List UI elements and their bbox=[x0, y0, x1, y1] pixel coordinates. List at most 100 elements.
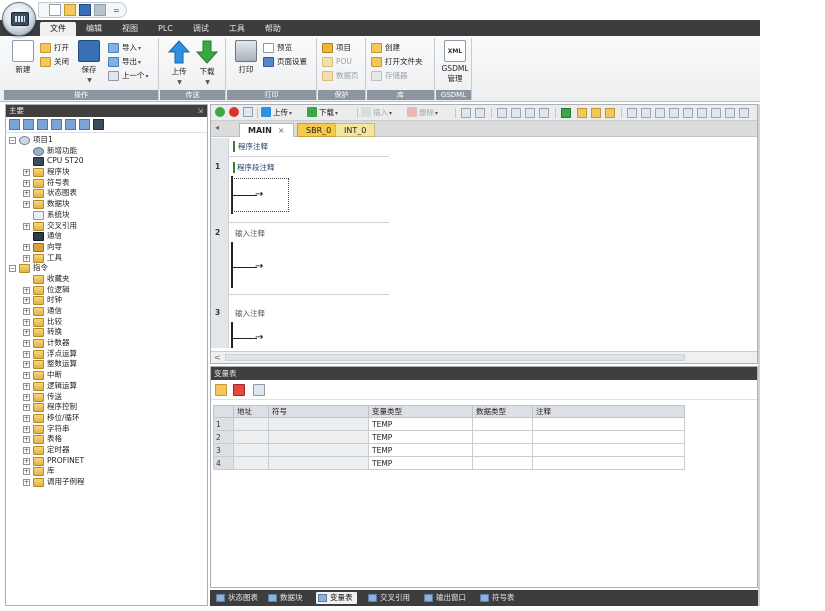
tab-edit[interactable]: 编辑 bbox=[76, 22, 112, 36]
tree-node[interactable]: + 工具 bbox=[6, 253, 207, 264]
expand-icon[interactable]: + bbox=[23, 169, 30, 177]
toolbar-icon[interactable] bbox=[525, 108, 535, 118]
tab-sbr-0[interactable]: SBR_0 bbox=[297, 123, 341, 137]
print-icon[interactable] bbox=[94, 4, 106, 16]
bottom-tab-output-window[interactable]: 输出窗口 bbox=[424, 592, 466, 604]
collapse-icon[interactable]: − bbox=[9, 265, 16, 273]
tree-node[interactable]: + 表格 bbox=[6, 434, 207, 445]
new-button[interactable]: 新建 bbox=[10, 40, 36, 75]
bottom-tab-status-chart[interactable]: 状态图表 bbox=[216, 592, 258, 604]
tab-debug[interactable]: 调试 bbox=[183, 22, 219, 36]
cell-address[interactable] bbox=[233, 456, 269, 470]
toolbar-icon[interactable] bbox=[711, 108, 721, 118]
protect-project-button[interactable]: 项目 bbox=[322, 42, 351, 54]
tree-view-icon[interactable] bbox=[37, 119, 48, 130]
table-row[interactable]: 3 TEMP bbox=[213, 443, 685, 457]
previous-button[interactable]: 上一个▾ bbox=[108, 70, 149, 82]
expand-icon[interactable]: + bbox=[23, 404, 30, 412]
tab-main[interactable]: MAIN × bbox=[239, 123, 294, 137]
tree-node[interactable]: + 向导 bbox=[6, 242, 207, 253]
toolbar-icon[interactable] bbox=[697, 108, 707, 118]
print-preview-button[interactable]: 预览 bbox=[263, 42, 292, 54]
tab-help[interactable]: 帮助 bbox=[255, 22, 291, 36]
table-row[interactable]: 2 TEMP bbox=[213, 430, 685, 444]
cell-address[interactable] bbox=[233, 430, 269, 444]
tree-view-icon[interactable] bbox=[9, 119, 20, 130]
tree-node[interactable]: + 整数运算 bbox=[6, 359, 207, 370]
expand-icon[interactable]: + bbox=[23, 393, 30, 401]
column-header[interactable]: 注释 bbox=[532, 405, 685, 418]
expand-icon[interactable]: + bbox=[23, 329, 30, 337]
tree-node[interactable]: + 位逻辑 bbox=[6, 285, 207, 296]
cell-address[interactable] bbox=[233, 443, 269, 457]
pin-icon[interactable]: ⇲ bbox=[197, 105, 203, 117]
cell-symbol[interactable] bbox=[268, 443, 369, 457]
cell-comment[interactable] bbox=[532, 417, 685, 431]
program-comment[interactable]: 程序注释 bbox=[233, 141, 268, 152]
cell-var-type[interactable]: TEMP bbox=[368, 443, 473, 457]
tree-view-icon[interactable] bbox=[51, 119, 62, 130]
cell-symbol[interactable] bbox=[268, 456, 369, 470]
tree-node[interactable]: + 比较 bbox=[6, 317, 207, 328]
toolbar-icon[interactable] bbox=[577, 108, 587, 118]
tab-scroll-left-icon[interactable]: ◂ bbox=[215, 123, 219, 132]
toolbar-icon[interactable] bbox=[627, 108, 637, 118]
tab-plc[interactable]: PLC bbox=[148, 22, 183, 36]
application-menu-button[interactable] bbox=[2, 2, 36, 36]
expand-icon[interactable]: + bbox=[23, 222, 30, 230]
tree-node[interactable]: + 调用子例程 bbox=[6, 477, 207, 488]
bottom-tab-symbol-table[interactable]: 符号表 bbox=[480, 592, 515, 604]
tree-node[interactable]: + 传送 bbox=[6, 392, 207, 403]
rung-comment[interactable]: 输入注释 bbox=[235, 308, 265, 319]
expand-icon[interactable]: + bbox=[23, 382, 30, 390]
library-memory-button[interactable]: 存储器 bbox=[371, 70, 408, 82]
ladder-editor[interactable]: 程序注释 1 程序段注释 → 2 输入注释 → 3 输入注释 → bbox=[211, 138, 757, 348]
toolbar-icon[interactable] bbox=[497, 108, 507, 118]
protect-pou-button[interactable]: POU bbox=[322, 56, 352, 68]
toolbar-icon[interactable] bbox=[725, 108, 735, 118]
import-button[interactable]: 导入▾ bbox=[108, 42, 141, 54]
tree-node[interactable]: − 项目1 bbox=[6, 135, 207, 146]
editor-horizontal-scrollbar[interactable]: < bbox=[211, 351, 757, 363]
tree-node[interactable]: + 数据块 bbox=[6, 199, 207, 210]
tree-node[interactable]: 新增功能 bbox=[6, 146, 207, 157]
tree-node[interactable]: − 指令 bbox=[6, 263, 207, 274]
expand-icon[interactable]: + bbox=[23, 425, 30, 433]
rung-comment[interactable]: 程序段注释 bbox=[233, 162, 275, 173]
expand-icon[interactable]: + bbox=[23, 446, 30, 454]
rung-comment[interactable]: 输入注释 bbox=[235, 228, 265, 239]
column-header[interactable]: 地址 bbox=[233, 405, 269, 418]
panel-splitter[interactable] bbox=[758, 104, 760, 606]
toolbar-icon[interactable] bbox=[475, 108, 485, 118]
cell-data-type[interactable] bbox=[472, 443, 533, 457]
close-icon[interactable]: × bbox=[278, 126, 285, 135]
tree-view-icon[interactable] bbox=[79, 119, 90, 130]
create-library-button[interactable]: 创建 bbox=[371, 42, 400, 54]
expand-icon[interactable]: + bbox=[23, 254, 30, 262]
cell-data-type[interactable] bbox=[472, 417, 533, 431]
row-number[interactable]: 4 bbox=[213, 456, 234, 470]
delete-button[interactable]: 删除▾ bbox=[407, 107, 438, 119]
plc-icon[interactable] bbox=[93, 119, 104, 130]
delete-row-icon[interactable] bbox=[233, 384, 245, 396]
cell-comment[interactable] bbox=[532, 443, 685, 457]
tree-node[interactable]: + 计数器 bbox=[6, 338, 207, 349]
expand-icon[interactable]: + bbox=[23, 179, 30, 187]
properties-icon[interactable] bbox=[253, 384, 265, 396]
expand-icon[interactable]: + bbox=[23, 201, 30, 209]
tree-node[interactable]: + 定时器 bbox=[6, 445, 207, 456]
new-file-icon[interactable] bbox=[49, 4, 61, 16]
page-setup-button[interactable]: 页面设置 bbox=[263, 56, 307, 68]
row-number[interactable]: 3 bbox=[213, 443, 234, 457]
bottom-tab-data-block[interactable]: 数据块 bbox=[268, 592, 303, 604]
tree-node[interactable]: 通信 bbox=[6, 231, 207, 242]
editor-upload-button[interactable]: 上传▾ bbox=[261, 107, 292, 119]
tab-view[interactable]: 视图 bbox=[112, 22, 148, 36]
row-number[interactable]: 2 bbox=[213, 430, 234, 444]
save-disk-icon[interactable] bbox=[79, 4, 91, 16]
toolbar-icon[interactable] bbox=[683, 108, 693, 118]
scrollbar-thumb[interactable] bbox=[225, 354, 685, 361]
expand-icon[interactable]: + bbox=[23, 436, 30, 444]
expand-icon[interactable]: + bbox=[23, 361, 30, 369]
close-button[interactable]: 关闭 bbox=[40, 56, 69, 68]
